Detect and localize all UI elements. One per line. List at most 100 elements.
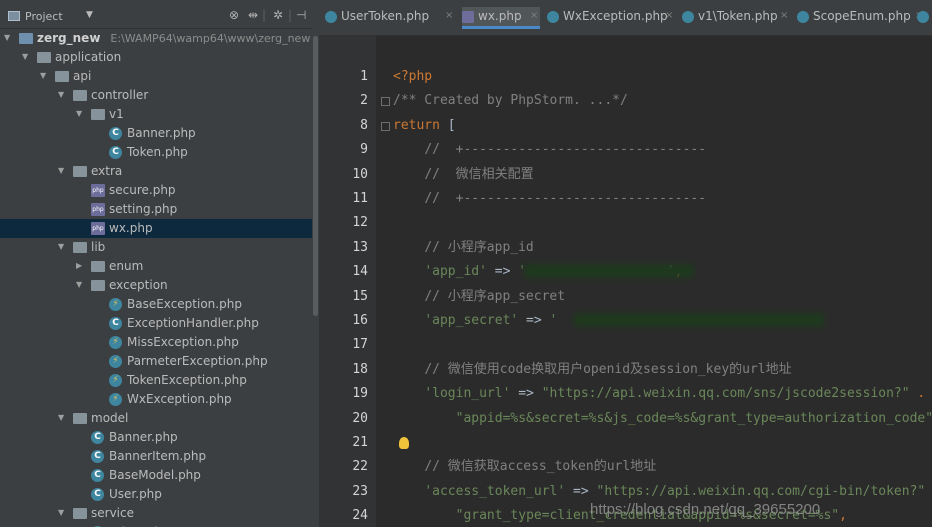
close-tab-icon[interactable]: × [780, 10, 788, 21]
code-editor[interactable]: 1 2 8 9 10 11 12 13 14 15 16 17 18 19 20 21 22 23 24 <?php… [319, 36, 932, 527]
code-line[interactable]: /** Created by PhpStorm. ...*/ [393, 93, 628, 109]
tree-item[interactable]: ▼ model [0, 409, 312, 428]
code-line[interactable]: // 小程序app_id [393, 240, 533, 256]
line-number: 19 [352, 386, 368, 401]
hide-icon[interactable]: ⊣ [296, 8, 306, 22]
gear-icon[interactable]: ✲ [273, 8, 283, 22]
triangle-down-icon[interactable]: ▼ [86, 10, 93, 20]
more-tabs[interactable] [917, 7, 931, 29]
tree-item[interactable]: ▼ controller [0, 86, 312, 105]
tab-label: wx.php [478, 9, 522, 23]
code-line[interactable]: // 小程序app_secret [393, 289, 565, 305]
tree-item[interactable]: C ExceptionHandler.php [0, 314, 312, 333]
tree-item[interactable]: ▼ service [0, 504, 312, 523]
class-icon [797, 11, 809, 23]
code-line[interactable]: 'login_url' => "https://api.weixin.qq.co… [393, 386, 925, 402]
line-number: 2 [360, 93, 368, 108]
code-line[interactable]: // 微信获取access_token的url地址 [393, 459, 656, 475]
expand-arrow-icon[interactable]: ▼ [22, 52, 30, 62]
line-number: 12 [352, 215, 368, 230]
expand-arrow-icon[interactable]: ▼ [76, 280, 84, 290]
tab-wxexception-php[interactable]: WxException.php × [547, 7, 675, 29]
line-number: 23 [352, 484, 368, 499]
class-icon: C [109, 127, 122, 140]
expand-arrow-icon[interactable]: ▼ [40, 71, 48, 81]
close-tab-icon[interactable]: × [530, 10, 538, 21]
tab-wx-php[interactable]: wx.php × [462, 7, 540, 29]
tab-label: WxException.php [563, 9, 668, 23]
tree-item[interactable]: ▼ application [0, 48, 312, 67]
code-line[interactable]: return [ [393, 118, 456, 134]
tree-item[interactable]: ⚡ WxException.php [0, 390, 312, 409]
lightbulb-icon[interactable] [399, 437, 409, 449]
tree-item-label: api [73, 69, 92, 83]
class-icon [917, 11, 929, 23]
tree-item[interactable]: C BaseModel.php [0, 466, 312, 485]
tree-item[interactable]: ▼ lib [0, 238, 312, 257]
class-icon: C [109, 317, 122, 330]
expand-arrow-icon[interactable]: ▼ [58, 413, 66, 423]
expand-arrow-icon[interactable]: ▼ [58, 508, 66, 518]
scrollbar-thumb[interactable] [313, 36, 318, 316]
tab-v1-token-php[interactable]: v1\Token.php × [682, 7, 790, 29]
fold-marker-icon[interactable] [381, 122, 390, 131]
line-number: 8 [360, 118, 368, 133]
folder-icon [91, 261, 105, 272]
tree-item[interactable]: php wx.php [0, 219, 312, 238]
tree-item[interactable]: ▼ extra [0, 162, 312, 181]
tree-item[interactable]: ⚡ BaseException.php [0, 295, 312, 314]
code-line[interactable]: 'access_token_url' => "https://api.weixi… [393, 484, 932, 500]
folder-icon [37, 52, 51, 63]
tree-item[interactable]: CToken.php [0, 143, 312, 162]
tab-scopeenum-php[interactable]: ScopeEnum.php× [797, 7, 925, 29]
tree-item-label: application [55, 50, 122, 64]
project-scrollbar[interactable] [312, 0, 319, 527]
collapse-arrow-icon[interactable]: ▶ [76, 261, 84, 271]
tree-item[interactable]: ⚡ ParmeterException.php [0, 352, 312, 371]
expand-arrow-icon[interactable]: ▼ [58, 242, 66, 252]
code-line[interactable]: 'app_secret' => ' [393, 313, 557, 329]
tree-item[interactable]: ⚡ TokenException.php [0, 371, 312, 390]
tree-item[interactable]: ▼ exception [0, 276, 312, 295]
class-icon: C [91, 488, 104, 501]
line-number: 11 [352, 191, 368, 206]
tree-item[interactable]: C Banner.php [0, 428, 312, 447]
expand-arrow-icon[interactable]: ▼ [4, 33, 12, 43]
tree-item-label: Token.php [127, 145, 188, 159]
tree-item[interactable]: ▶ enum [0, 257, 312, 276]
expand-arrow-icon[interactable]: ▼ [58, 166, 66, 176]
class-icon: C [91, 431, 104, 444]
collapse-all-icon[interactable]: ⇹ [248, 8, 258, 22]
sync-icon[interactable]: ⊗ [229, 8, 239, 22]
tree-item[interactable]: ⚡ MissException.php [0, 333, 312, 352]
expand-arrow-icon[interactable]: ▼ [76, 109, 84, 119]
tree-item[interactable]: php setting.php [0, 200, 312, 219]
project-title[interactable]: Project [25, 10, 63, 23]
tree-item[interactable]: ▼ api [0, 67, 312, 86]
tree-item[interactable]: ▼ v1 [0, 105, 312, 124]
tree-item[interactable]: C User.php [0, 485, 312, 504]
line-number: 10 [352, 167, 368, 182]
tree-item[interactable]: ▼ zerg_new E:\WAMP64\wamp64\www\zerg_new [0, 29, 312, 48]
fold-marker-icon[interactable] [381, 97, 390, 106]
code-line[interactable]: <?php [393, 69, 432, 85]
tree-item[interactable]: C BannerItem.php [0, 447, 312, 466]
expand-arrow-icon[interactable]: ▼ [58, 90, 66, 100]
code-line[interactable]: "appid=%s&secret=%s&js_code=%s&grant_typ… [393, 411, 932, 427]
close-tab-icon[interactable]: × [445, 10, 453, 21]
close-tab-icon[interactable]: × [665, 10, 673, 21]
php-file-icon: php [91, 222, 105, 235]
exception-class-icon: ⚡ [109, 374, 122, 387]
code-line[interactable]: // +------------------------------- [393, 142, 706, 158]
tree-item[interactable]: C Banner.php [0, 124, 312, 143]
class-icon [325, 11, 337, 23]
line-number: 13 [352, 240, 368, 255]
tab-usertoken-php[interactable]: UserToken.php × [325, 7, 455, 29]
code-line[interactable]: // 微信使用code换取用户openid及session_key的url地址 [393, 362, 791, 378]
tree-item[interactable]: php secure.php [0, 181, 312, 200]
code-line[interactable]: // +------------------------------- [393, 191, 706, 207]
line-number: 24 [352, 508, 368, 523]
code-line[interactable]: // 微信相关配置 [393, 167, 533, 183]
tree-item-label: BannerItem.php [109, 449, 207, 463]
tree-item[interactable]: CToken.php [0, 523, 312, 527]
